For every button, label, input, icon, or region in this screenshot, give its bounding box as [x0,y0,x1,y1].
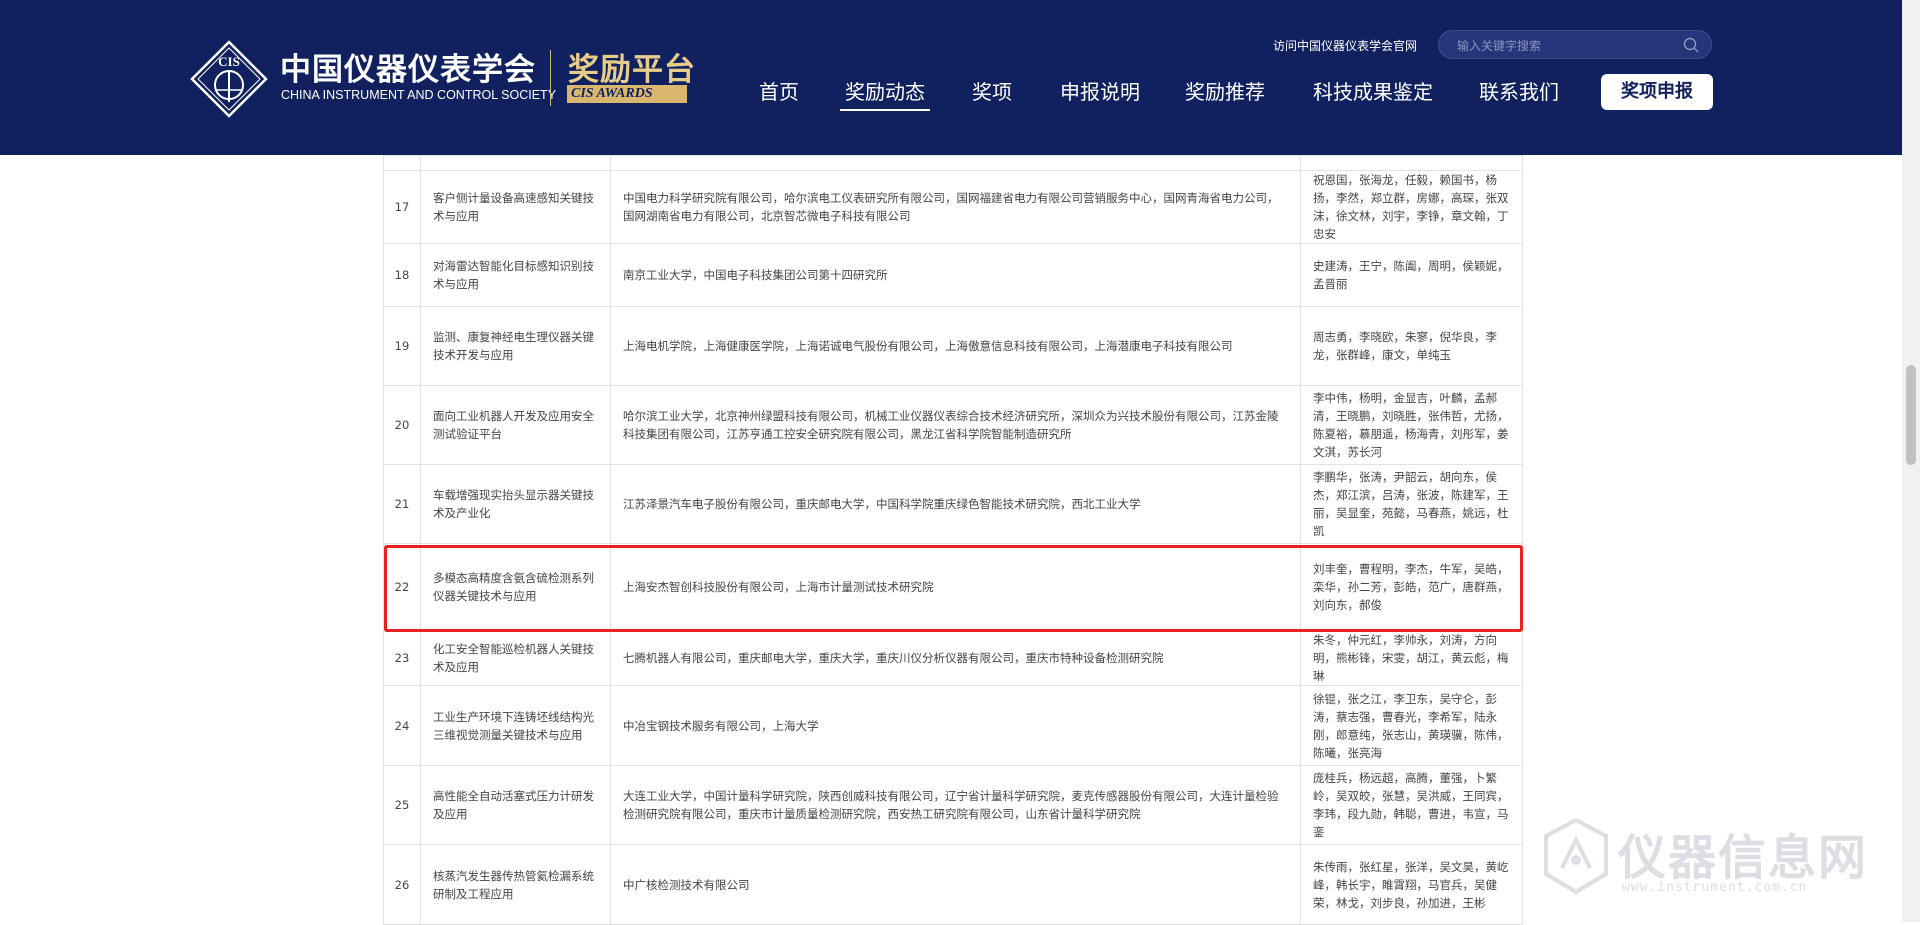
nav-contact-us[interactable]: 联系我们 [1479,76,1559,105]
table-row: 19 监测、康复神经电生理仪器关键技术开发与应用 上海电机学院，上海健康医学院，… [383,306,1523,386]
watermark-url: www.instrument.com.cn [1622,880,1808,895]
project-name: 监测、康复神经电生理仪器关键技术开发与应用 [420,306,611,386]
completing-units: 上海电机学院，上海健康医学院，上海诺诚电气股份有限公司，上海傲意信息科技有限公司… [610,306,1301,386]
platform-name-en: CIS AWARDS [567,85,687,103]
completing-people: 朱传雨，张红星，张洋，吴文昊，黄屹峰，韩长宇，睢霄翔，马官兵，吴健荣，林戈，刘步… [1300,844,1523,925]
search-box [1438,30,1712,59]
nav-award-recommend[interactable]: 奖励推荐 [1185,76,1265,105]
nav-awards[interactable]: 奖项 [972,76,1012,105]
search-input[interactable] [1455,35,1679,57]
row-number: 23 [383,629,421,686]
logo-divider [550,50,551,106]
cis-emblem-logo[interactable]: CIS [190,40,268,118]
project-name: 对海雷达智能化目标感知识别技术与应用 [420,243,611,307]
table-row-partial [383,155,1523,171]
completing-units: 大连工业大学，中国计量科学研究院，陕西创威科技有限公司，辽宁省计量科学研究院，麦… [610,765,1301,845]
table-row: 17 客户侧计量设备高速感知关键技术与应用 中国电力科学研究院有限公司，哈尔滨电… [383,170,1523,244]
completing-units: 南京工业大学，中国电子科技集团公司第十四研究所 [610,243,1301,307]
completing-units: 中广核检测技术有限公司 [610,844,1301,925]
row-number: 17 [383,170,421,244]
table-row-highlighted: 22 多模态高精度含氨含硫检测系列仪器关键技术与应用 上海安杰智创科技股份有限公… [383,543,1523,630]
completing-units: 七腾机器人有限公司，重庆邮电大学，重庆大学，重庆川仪分析仪器有限公司，重庆市特种… [610,629,1301,686]
row-number: 18 [383,243,421,307]
project-name: 客户侧计量设备高速感知关键技术与应用 [420,170,611,244]
platform-name-cn: 奖励平台 [568,52,696,88]
scrollbar-thumb[interactable] [1906,365,1916,465]
completing-people: 徐锟，张之江，李卫东，吴守仑，彭涛，蔡志强，曹春光，李希军，陆永刚，郎意纯，张志… [1300,685,1523,766]
table-row: 24 工业生产环境下连铸坯线结构光三维视觉测量关键技术与应用 中冶宝钢技术服务有… [383,685,1523,766]
row-number: 26 [383,844,421,925]
row-number: 20 [383,385,421,465]
completing-people: 李中伟，杨明，金显吉，叶麟，孟郝清，王晓鹏，刘晓胜，张伟哲，尤扬，陈夏裕，慕朋遥… [1300,385,1523,465]
completing-people: 刘丰奎，曹程明，李杰，牛军，吴皓，栾华，孙二芳，彭皓，范广，唐群燕，刘向东，郝俊 [1300,543,1523,630]
project-name: 工业生产环境下连铸坯线结构光三维视觉测量关键技术与应用 [420,685,611,766]
row-number: 25 [383,765,421,845]
nav-home[interactable]: 首页 [759,76,799,105]
row-number: 21 [383,464,421,544]
project-name: 车载增强现实抬头显示器关键技术及产业化 [420,464,611,544]
row-number: 19 [383,306,421,386]
visit-official-site-link[interactable]: 访问中国仪器仪表学会官网 [1273,37,1417,54]
nav-application-guide[interactable]: 申报说明 [1060,76,1140,105]
completing-people: 朱冬，仲元红，李帅永，刘涛，方向明，熊彬锋，宋雯，胡江，黄云彪，梅琳 [1300,629,1523,686]
completing-units: 江苏泽景汽车电子股份有限公司，重庆邮电大学，中国科学院重庆绿色智能技术研究院，西… [610,464,1301,544]
completing-people: 祝恩国，张海龙，任毅，赖国书，杨扬，李然，郑立群，房娜，高琛，张双沫，徐文林，刘… [1300,170,1523,244]
row-number: 24 [383,685,421,766]
emblem-text: CIS [218,54,240,69]
award-list-table: 17 客户侧计量设备高速感知关键技术与应用 中国电力科学研究院有限公司，哈尔滨电… [383,155,1523,925]
completing-units: 上海安杰智创科技股份有限公司，上海市计量测试技术研究院 [610,543,1301,630]
table-row: 18 对海雷达智能化目标感知识别技术与应用 南京工业大学，中国电子科技集团公司第… [383,243,1523,307]
table-row: 20 面向工业机器人开发及应用安全测试验证平台 哈尔滨工业大学，北京神州绿盟科技… [383,385,1523,465]
table-row: 25 高性能全自动活塞式压力计研发及应用 大连工业大学，中国计量科学研究院，陕西… [383,765,1523,845]
search-icon[interactable] [1683,37,1699,53]
table-row: 21 车载增强现实抬头显示器关键技术及产业化 江苏泽景汽车电子股份有限公司，重庆… [383,464,1523,544]
watermark-text: 仪器信息网 [1618,830,1869,886]
completing-units: 哈尔滨工业大学，北京神州绿盟科技有限公司，机械工业仪器仪表综合技术经济研究所，深… [610,385,1301,465]
logo-name-cn: 中国仪器仪表学会 [280,52,536,88]
completing-people: 李鹏华，张涛，尹韶云，胡向东，侯杰，郑江滨，吕涛，张波，陈建军，王丽，吴显奎，苑… [1300,464,1523,544]
site-header: CIS 中国仪器仪表学会 CHINA INSTRUMENT AND CONTRO… [0,0,1920,155]
completing-units: 中冶宝钢技术服务有限公司，上海大学 [610,685,1301,766]
nav-tech-appraisal[interactable]: 科技成果鉴定 [1313,76,1433,105]
project-name: 多模态高精度含氨含硫检测系列仪器关键技术与应用 [420,543,611,630]
completing-people: 史建涛，王宁，陈阖，周明，侯颖妮，孟晋丽 [1300,243,1523,307]
project-name: 核蒸汽发生器传热管氦检漏系统研制及工程应用 [420,844,611,925]
project-name: 面向工业机器人开发及应用安全测试验证平台 [420,385,611,465]
completing-units: 中国电力科学研究院有限公司，哈尔滨电工仪表研究所有限公司，国网福建省电力有限公司… [610,170,1301,244]
project-name: 化工安全智能巡检机器人关键技术及应用 [420,629,611,686]
watermark: 仪器信息网 www.instrument.com.cn [1540,812,1890,912]
table-row: 26 核蒸汽发生器传热管氦检漏系统研制及工程应用 中广核检测技术有限公司 朱传雨… [383,844,1523,925]
nav-award-news[interactable]: 奖励动态 [840,76,930,111]
table-row: 23 化工安全智能巡检机器人关键技术及应用 七腾机器人有限公司，重庆邮电大学，重… [383,629,1523,686]
row-number: 22 [383,543,421,630]
completing-people: 周志勇，李晓欧，朱寥，倪华良，李龙，张群峰，康文，单纯玉 [1300,306,1523,386]
project-name: 高性能全自动活塞式压力计研发及应用 [420,765,611,845]
award-apply-button[interactable]: 奖项申报 [1601,74,1713,110]
logo-name-en: CHINA INSTRUMENT AND CONTROL SOCIETY [281,88,557,102]
watermark-logo-icon [1544,817,1608,895]
completing-people: 庞桂兵，杨远超，高腾，董强，卜繁岭，吴双皎，张慧，吴洪威，王同宾，李玮，段九勋，… [1300,765,1523,845]
